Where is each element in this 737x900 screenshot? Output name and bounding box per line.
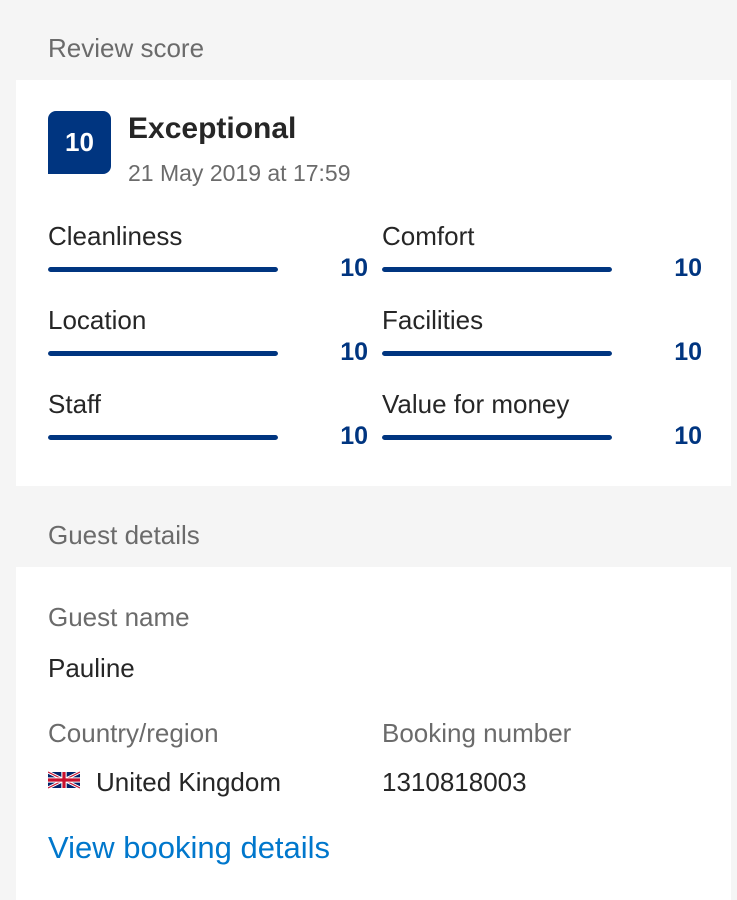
booking-number-value: 1310818003	[382, 767, 527, 797]
guest-details-section-header: Guest details	[48, 520, 200, 550]
subscore-bar	[48, 351, 278, 356]
review-rating-word: Exceptional	[128, 112, 297, 145]
subscore-label: Value for money	[382, 389, 570, 419]
subscore-value-for-money: Value for money 10	[382, 389, 702, 450]
subscore-cleanliness: Cleanliness 10	[48, 221, 368, 282]
review-score-card: 10 Exceptional 21 May 2019 at 17:59 Clea…	[16, 80, 731, 486]
subscore-bar-fill	[382, 267, 612, 272]
guest-name-label: Guest name	[48, 602, 190, 632]
subscore-bar	[382, 435, 612, 440]
subscore-label: Comfort	[382, 221, 475, 251]
guest-name-value: Pauline	[48, 653, 135, 683]
subscore-bar	[382, 267, 612, 272]
subscore-location: Location 10	[48, 305, 368, 366]
subscore-bar-fill	[382, 351, 612, 356]
guest-details-card: Guest name Pauline Country/region United…	[16, 567, 731, 900]
subscore-bar-fill	[382, 435, 612, 440]
subscore-bar-fill	[48, 267, 278, 272]
review-date: 21 May 2019 at 17:59	[128, 160, 351, 186]
subscore-label: Facilities	[382, 305, 484, 335]
country-region-label: Country/region	[48, 718, 219, 748]
subscore-label: Cleanliness	[48, 221, 183, 251]
subscore-label: Staff	[48, 389, 102, 419]
subscore-facilities: Facilities 10	[382, 305, 702, 366]
subscore-value: 10	[340, 254, 368, 282]
subscore-bar-fill	[48, 351, 278, 356]
uk-flag-icon	[48, 770, 80, 790]
subscore-value: 10	[674, 422, 702, 450]
subscore-bar	[48, 267, 278, 272]
subscore-bar	[382, 351, 612, 356]
booking-number-label: Booking number	[382, 718, 572, 748]
subscore-comfort: Comfort 10	[382, 221, 702, 282]
subscore-value: 10	[340, 338, 368, 366]
subscore-value: 10	[674, 254, 702, 282]
subscore-value: 10	[340, 422, 368, 450]
subscore-value: 10	[674, 338, 702, 366]
review-score-badge: 10	[48, 111, 111, 174]
subscore-bar	[48, 435, 278, 440]
subscore-label: Location	[48, 305, 147, 335]
subscore-bar-fill	[48, 435, 278, 440]
review-score-section-header: Review score	[48, 33, 205, 63]
subscore-staff: Staff 10	[48, 389, 368, 450]
view-booking-details-link[interactable]: View booking details	[48, 830, 330, 866]
country-region-value: United Kingdom	[96, 767, 281, 797]
